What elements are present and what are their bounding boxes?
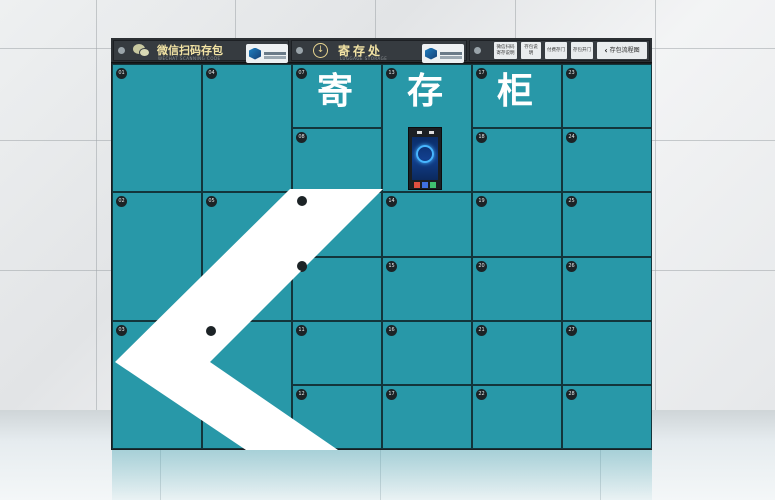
locker-number: 22 [476, 389, 487, 400]
locker-number: 20 [476, 261, 487, 272]
terminal-button-green[interactable] [430, 182, 436, 188]
locker-door[interactable]: 23 [562, 64, 652, 128]
locker-number: 16 [386, 325, 397, 336]
header-storage-panel: ↓ 寄存处 LUGGAGE STORAGE [291, 40, 467, 63]
locker-door[interactable]: 28 [562, 385, 652, 449]
wechat-icon [133, 44, 151, 57]
locker-door[interactable]: 12 [292, 385, 382, 449]
lock-icon [118, 47, 125, 54]
terminal-button-blue[interactable] [422, 182, 428, 188]
locker-door[interactable]: 18 [472, 128, 562, 192]
locker-door[interactable]: 11 [292, 321, 382, 385]
locker-number: 15 [386, 261, 397, 272]
locker-door[interactable]: 17 [382, 385, 472, 449]
locker-door[interactable]: 14 [382, 192, 472, 257]
locker-door[interactable]: 06 [202, 321, 292, 449]
locker-door[interactable]: 24 [562, 128, 652, 192]
locker-number: 17 [476, 68, 487, 79]
wechat-subtitle: WECHAT SCANNING CODE [158, 56, 221, 61]
locker-door[interactable]: 16 [382, 321, 472, 385]
locker-number: 25 [566, 196, 577, 207]
locker-door[interactable]: 05 [202, 192, 292, 321]
sign-flow-diagram: ‹ 存包流程图 [597, 42, 647, 59]
locker-number: 01 [116, 68, 127, 79]
lock-icon [296, 47, 303, 54]
terminal-button-red[interactable] [414, 182, 420, 188]
down-arrow-icon: ↓ [313, 43, 328, 58]
locker-number: 19 [476, 196, 487, 207]
scanner-icon [429, 131, 434, 134]
brand-logo-icon [246, 44, 288, 63]
locker-number: 23 [566, 68, 577, 79]
title-char: 存 [407, 71, 444, 112]
locker-door[interactable]: 27 [562, 321, 652, 385]
locker-number: 12 [296, 389, 307, 400]
cabinet-header: 微信扫码存包 WECHAT SCANNING CODE ↓ 寄存处 LUGGAG… [111, 38, 652, 63]
brand-logo-icon [422, 44, 464, 63]
chevron-left-icon: ‹ [604, 45, 608, 55]
locker-door[interactable]: 15 [382, 257, 472, 321]
locker-cabinet: 微信扫码存包 WECHAT SCANNING CODE ↓ 寄存处 LUGGAG… [111, 38, 652, 450]
locker-number: 28 [566, 389, 577, 400]
locker-number: 08 [296, 132, 307, 143]
sign-store-instructions: 存包说明 [521, 42, 541, 59]
locker-door[interactable]: 03 [112, 321, 202, 449]
locker-door[interactable]: 25 [562, 192, 652, 257]
locker-door[interactable]: 02 [112, 192, 202, 321]
locker-number: 13 [386, 68, 397, 79]
wechat-title: 微信扫码存包 [157, 44, 223, 57]
locker-door[interactable]: 01 [112, 64, 202, 192]
screen-ring-icon [416, 145, 434, 163]
locker-number: 06 [206, 326, 217, 337]
flow-diagram-label: 存包流程图 [609, 46, 640, 54]
locker-number: 14 [386, 196, 397, 207]
locker-grid: 01 02 03 04 05 06 07 08 09 10 11 12 13 1… [112, 64, 652, 449]
locker-number: 05 [206, 196, 217, 207]
locker-door[interactable]: 21 [472, 321, 562, 385]
locker-door[interactable]: 09 [292, 192, 382, 257]
header-wechat-panel: 微信扫码存包 WECHAT SCANNING CODE [113, 40, 289, 63]
locker-number: 18 [476, 132, 487, 143]
locker-number: 27 [566, 325, 577, 336]
locker-number: 11 [296, 325, 307, 336]
locker-number: 17 [386, 389, 397, 400]
locker-door[interactable]: 22 [472, 385, 562, 449]
locker-number: 09 [296, 196, 307, 207]
locker-number: 26 [566, 261, 577, 272]
wall-tile-seam [96, 0, 97, 410]
locker-door[interactable]: 26 [562, 257, 652, 321]
locker-number: 04 [206, 68, 217, 79]
locker-door[interactable]: 19 [472, 192, 562, 257]
wall-tile-seam [655, 0, 656, 410]
locker-number: 24 [566, 132, 577, 143]
touch-terminal[interactable] [408, 127, 442, 190]
locker-door[interactable]: 04 [202, 64, 292, 192]
locker-number: 03 [116, 325, 127, 336]
sign-pay-door: 付费存门 [545, 42, 567, 59]
locker-door[interactable]: 20 [472, 257, 562, 321]
sign-wechat-instructions: 微信扫码寄存说明 [494, 42, 517, 59]
storage-subtitle: LUGGAGE STORAGE [340, 56, 388, 61]
locker-number: 07 [296, 68, 307, 79]
camera-icon [417, 131, 422, 134]
sign-open-door: 存包开门 [571, 42, 593, 59]
title-char: 寄 [317, 71, 354, 112]
title-char: 柜 [497, 71, 534, 112]
locker-door[interactable]: 10 [292, 257, 382, 321]
locker-door[interactable]: 08 [292, 128, 382, 192]
locker-number: 02 [116, 196, 127, 207]
locker-number: 21 [476, 325, 487, 336]
lock-icon [474, 47, 481, 54]
floor-reflection [112, 449, 652, 500]
locker-number: 10 [296, 261, 307, 272]
